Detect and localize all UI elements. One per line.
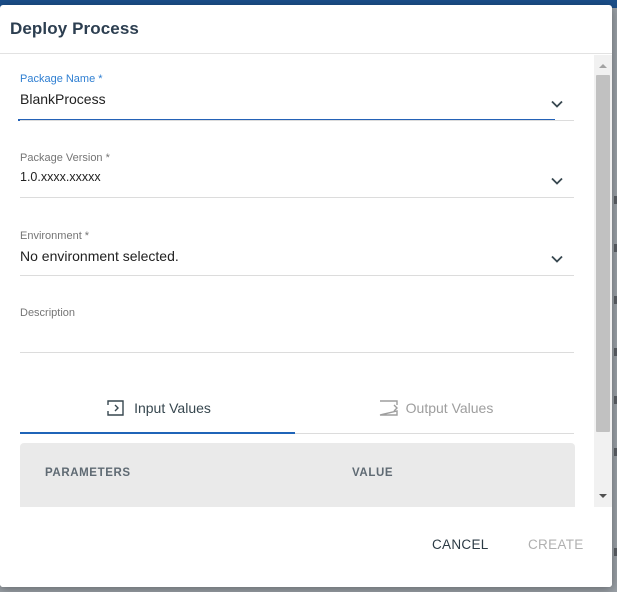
scroll-up-arrow-icon[interactable] xyxy=(599,64,607,68)
description-label: Description xyxy=(20,307,76,319)
column-header-parameters: PARAMETERS xyxy=(45,467,131,479)
dialog-title: Deploy Process xyxy=(10,19,139,38)
environment-value[interactable]: No environment selected. xyxy=(20,248,574,264)
tab-output-values-label: Output Values xyxy=(405,400,494,416)
package-name-field[interactable]: Package Name * BlankProcess xyxy=(20,73,574,121)
tab-input-values[interactable]: Input Values xyxy=(20,382,297,434)
scrollbar-thumb[interactable] xyxy=(596,75,610,432)
package-version-field[interactable]: Package Version * 1.0.xxxx.xxxxx xyxy=(20,152,574,198)
cancel-button[interactable]: CANCEL xyxy=(432,537,489,552)
dialog-header: Deploy Process xyxy=(0,5,612,54)
input-arrow-icon xyxy=(107,400,124,416)
tab-input-values-label: Input Values xyxy=(134,400,211,416)
scroll-down-arrow-icon[interactable] xyxy=(599,494,607,498)
dialog-body: Package Name * BlankProcess Package Vers… xyxy=(0,55,612,507)
chevron-down-icon[interactable] xyxy=(550,174,564,188)
package-name-value[interactable]: BlankProcess xyxy=(20,91,574,107)
deploy-process-dialog: Deploy Process Package Name * BlankProce… xyxy=(0,5,612,587)
create-button[interactable]: CREATE xyxy=(528,537,584,552)
active-tab-indicator xyxy=(20,432,295,434)
scrollbar[interactable] xyxy=(594,55,612,507)
environment-field[interactable]: Environment * No environment selected. xyxy=(20,230,574,276)
description-field[interactable]: Description xyxy=(20,307,574,353)
chevron-down-icon[interactable] xyxy=(550,252,564,266)
values-tabs: Input Values Output Values xyxy=(20,382,574,434)
dialog-footer: CANCEL CREATE xyxy=(0,507,612,587)
column-header-value: VALUE xyxy=(352,467,394,479)
parameters-table: PARAMETERS VALUE xyxy=(20,443,575,507)
package-version-value[interactable]: 1.0.xxxx.xxxxx xyxy=(20,170,574,184)
package-version-label: Package Version * xyxy=(20,152,110,164)
package-name-divider xyxy=(20,120,574,121)
tab-output-values[interactable]: Output Values xyxy=(297,382,574,434)
output-arrow-icon xyxy=(379,400,398,416)
environment-label: Environment * xyxy=(20,230,90,242)
package-name-label: Package Name * xyxy=(20,73,103,85)
chevron-down-icon[interactable] xyxy=(550,97,564,111)
